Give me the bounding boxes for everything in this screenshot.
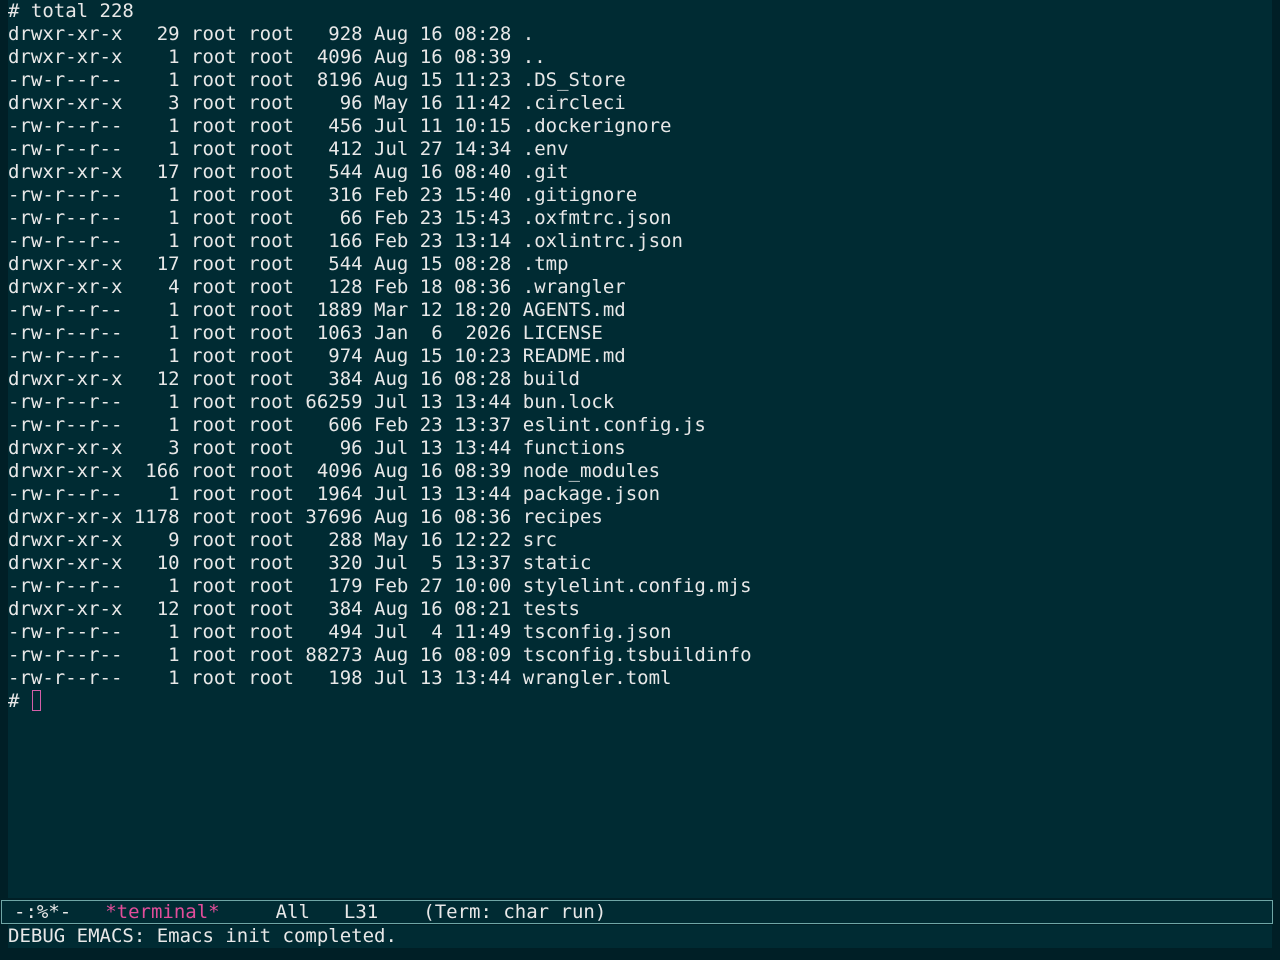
terminal-line: -rw-r--r-- 1 root root 198 Jul 13 13:44 …	[8, 667, 672, 689]
mode-line-buffer-name[interactable]: *terminal*	[105, 901, 219, 923]
terminal-line: drwxr-xr-x 17 root root 544 Aug 16 08:40…	[8, 161, 569, 183]
terminal-line: -rw-r--r-- 1 root root 494 Jul 4 11:49 t…	[8, 621, 672, 643]
mode-line-major-mode[interactable]: (Term: char run)	[423, 901, 606, 923]
terminal-line: -rw-r--r-- 1 root root 316 Feb 23 15:40 …	[8, 184, 638, 206]
mode-line-line-number: L31	[343, 901, 379, 923]
terminal-line: drwxr-xr-x 1 root root 4096 Aug 16 08:39…	[8, 46, 546, 68]
terminal-line: -rw-r--r-- 1 root root 179 Feb 27 10:00 …	[8, 575, 752, 597]
emacs-frame: # total 228 drwxr-xr-x 29 root root 928 …	[0, 0, 1280, 960]
terminal-line: -rw-r--r-- 1 root root 456 Jul 11 10:15 …	[8, 115, 672, 137]
mode-line[interactable]: -:%*- *terminal* All L31 (Term: char run)	[1, 900, 1273, 924]
terminal-line: -rw-r--r-- 1 root root 66259 Jul 13 13:4…	[8, 391, 615, 413]
terminal-line: -rw-r--r-- 1 root root 412 Jul 27 14:34 …	[8, 138, 569, 160]
echo-area: DEBUG EMACS: Emacs init completed.	[8, 925, 1272, 948]
terminal-line: -rw-r--r-- 1 root root 1889 Mar 12 18:20…	[8, 299, 626, 321]
terminal-line: drwxr-xr-x 29 root root 928 Aug 16 08:28…	[8, 23, 535, 45]
terminal-line: drwxr-xr-x 166 root root 4096 Aug 16 08:…	[8, 460, 661, 482]
terminal-line: drwxr-xr-x 10 root root 320 Jul 5 13:37 …	[8, 552, 592, 574]
terminal-line: drwxr-xr-x 12 root root 384 Aug 16 08:28…	[8, 368, 580, 390]
terminal-line: drwxr-xr-x 1178 root root 37696 Aug 16 0…	[8, 506, 603, 528]
terminal-line: -rw-r--r-- 1 root root 66 Feb 23 15:43 .…	[8, 207, 672, 229]
terminal-line: drwxr-xr-x 9 root root 288 May 16 12:22 …	[8, 529, 558, 551]
terminal-line: -rw-r--r-- 1 root root 88273 Aug 16 08:0…	[8, 644, 752, 666]
terminal-buffer[interactable]: # total 228 drwxr-xr-x 29 root root 928 …	[8, 0, 1272, 898]
mode-line-position: All	[275, 901, 310, 923]
prompt-line[interactable]: #	[8, 690, 1272, 713]
text-cursor	[31, 690, 41, 711]
terminal-line: -rw-r--r-- 1 root root 8196 Aug 15 11:23…	[8, 69, 626, 91]
terminal-line: -rw-r--r-- 1 root root 1964 Jul 13 13:44…	[8, 483, 661, 505]
terminal-line: drwxr-xr-x 12 root root 384 Aug 16 08:21…	[8, 598, 580, 620]
terminal-line: -rw-r--r-- 1 root root 166 Feb 23 13:14 …	[8, 230, 683, 252]
terminal-line: -rw-r--r-- 1 root root 606 Feb 23 13:37 …	[8, 414, 706, 436]
shell-prompt: #	[8, 690, 31, 712]
mode-line-status: -:%*-	[14, 901, 72, 923]
terminal-line: -rw-r--r-- 1 root root 974 Aug 15 10:23 …	[8, 345, 626, 367]
terminal-line: # total 228	[8, 0, 134, 22]
terminal-line: drwxr-xr-x 3 root root 96 Jul 13 13:44 f…	[8, 437, 626, 459]
terminal-line: drwxr-xr-x 17 root root 544 Aug 15 08:28…	[8, 253, 569, 275]
terminal-line: -rw-r--r-- 1 root root 1063 Jan 6 2026 L…	[8, 322, 603, 344]
terminal-line: drwxr-xr-x 3 root root 96 May 16 11:42 .…	[8, 92, 626, 114]
terminal-line: drwxr-xr-x 4 root root 128 Feb 18 08:36 …	[8, 276, 626, 298]
